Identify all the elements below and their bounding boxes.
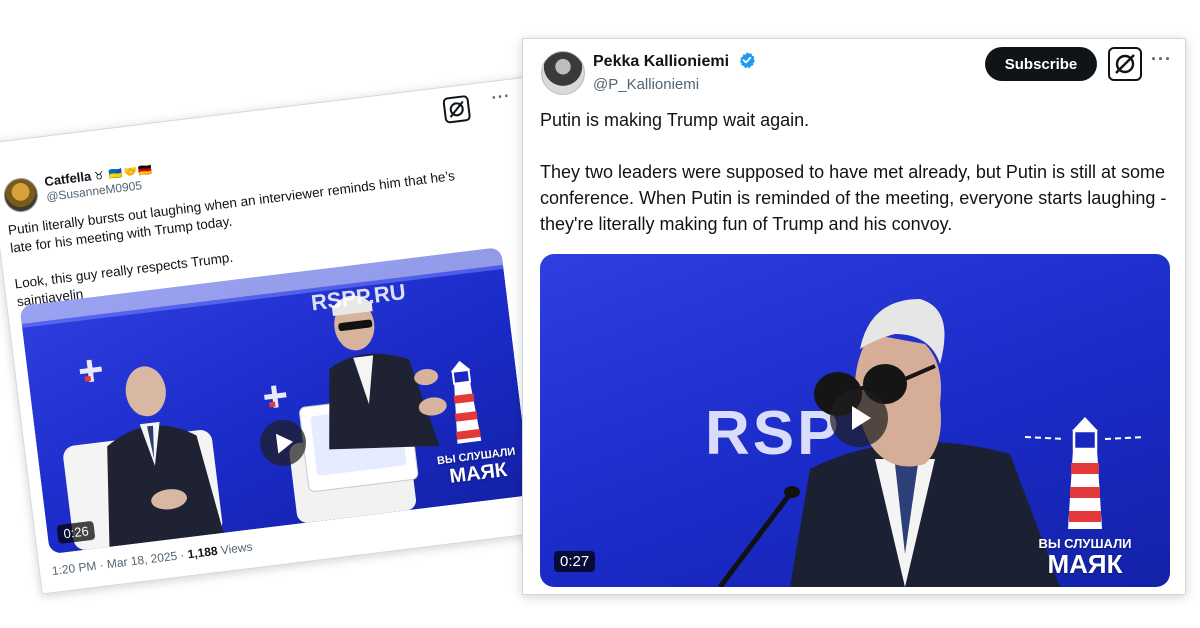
timestamp[interactable]: 1:20 PM · Mar 18, 2025 · <box>51 547 188 578</box>
views-count: 1,188 <box>186 543 219 562</box>
grok-icon[interactable] <box>1108 47 1142 81</box>
user-handle[interactable]: @P_Kallioniemi <box>593 75 756 95</box>
subscribe-button[interactable]: Subscribe <box>985 47 1097 81</box>
video-player[interactable]: RSP ВЫ СЛУШАЛИ МАЯК 0:27 <box>540 254 1170 587</box>
play-icon[interactable] <box>830 389 888 447</box>
display-name[interactable]: Pekka Kallioniemi <box>593 53 729 70</box>
avatar[interactable] <box>1 176 40 215</box>
tweet-text-line: They two leaders were supposed to have m… <box>540 162 1167 234</box>
watermark: ВЫ СЛУШАЛИ МАЯК <box>1038 536 1132 579</box>
right-tweet-card[interactable]: Pekka Kallioniemi @P_Kallioniemi Subscri… <box>522 38 1186 595</box>
verified-badge-icon <box>738 51 756 75</box>
avatar[interactable] <box>541 51 585 95</box>
left-tweet-card[interactable]: ··· Catfella ♉ 🇺🇦🤝🇩🇪 @SusanneM0905 Putin … <box>0 76 583 595</box>
more-options-icon[interactable]: ··· <box>1151 49 1172 70</box>
more-options-icon[interactable]: ··· <box>491 88 512 108</box>
tweet-author[interactable]: Pekka Kallioniemi @P_Kallioniemi <box>593 51 756 95</box>
lighthouse-icon <box>450 360 482 444</box>
grok-icon[interactable] <box>442 94 472 124</box>
video-duration: 0:27 <box>554 551 596 572</box>
views-label: Views <box>216 539 254 558</box>
tweet-text: Putin is making Trump wait again. They t… <box>540 107 1170 237</box>
tweet-text-line: Putin is making Trump wait again. <box>540 110 810 130</box>
lighthouse-icon <box>1024 417 1146 529</box>
